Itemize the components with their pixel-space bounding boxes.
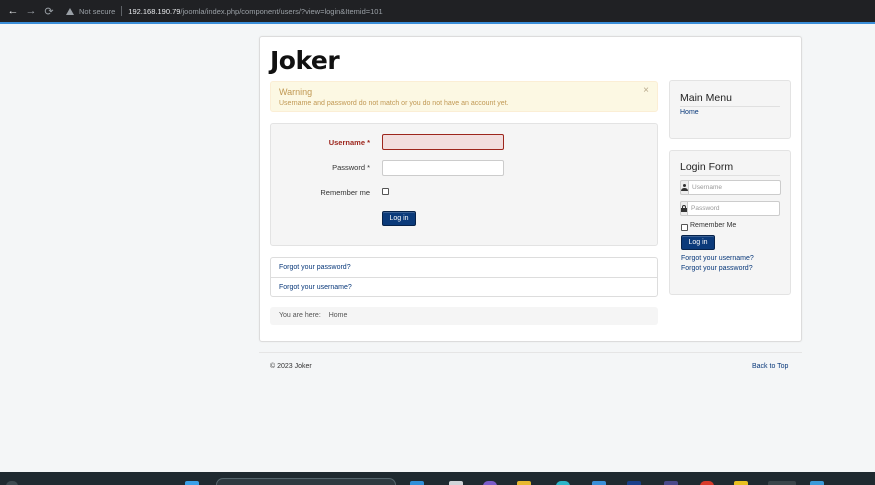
close-icon[interactable]: × (643, 85, 649, 96)
toolbar-accent-line (0, 22, 875, 24)
footer-divider (259, 352, 802, 353)
app-icon[interactable] (734, 481, 748, 485)
alert-heading: Warning (279, 87, 313, 97)
url-host: 192.168.190.79 (128, 6, 181, 16)
app-icon[interactable] (483, 481, 497, 485)
back-arrow-icon[interactable]: ← (4, 5, 22, 17)
user-icon (680, 180, 688, 195)
back-to-top-link[interactable]: Back to Top (752, 363, 788, 370)
app-icon[interactable] (410, 481, 424, 485)
app-icon[interactable] (700, 481, 714, 485)
login-form-module: Login Form Remember Me Log in Forgot you… (669, 150, 791, 295)
app-icon[interactable] (449, 481, 463, 485)
username-label: Username * (328, 138, 370, 147)
forgot-password-link[interactable]: Forgot your password? (271, 258, 657, 277)
remember-me-checkbox[interactable] (382, 188, 389, 195)
login-button[interactable]: Log in (382, 211, 416, 226)
breadcrumb: You are here: Home (270, 307, 658, 325)
footer-copyright: © 2023 Joker (270, 363, 312, 370)
module-username-group (680, 180, 781, 195)
module-password-input[interactable] (687, 201, 780, 216)
app-icon[interactable] (768, 481, 796, 485)
app-icon[interactable] (556, 481, 570, 485)
folder-icon[interactable] (517, 481, 531, 485)
address-divider (121, 6, 123, 16)
remember-me-label: Remember me (320, 188, 370, 197)
module-username-input[interactable] (688, 180, 781, 195)
warning-triangle-icon (66, 7, 74, 15)
username-input[interactable] (382, 134, 504, 150)
module-remember-label: Remember Me (690, 222, 737, 229)
login-form-title: Login Form (680, 161, 734, 173)
page-container: Joker Warning Username and password do n… (259, 36, 802, 342)
menu-item-home[interactable]: Home (680, 109, 699, 116)
taskbar-search-box[interactable] (216, 478, 396, 485)
module-divider (680, 175, 780, 176)
account-links-list: Forgot your password? Forgot your userna… (270, 257, 658, 297)
browser-toolbar: ← → ⟳ Not secure 192.168.190.79/joomla/i… (0, 0, 875, 22)
module-divider (680, 106, 780, 107)
module-password-group (680, 201, 780, 216)
module-forgot-password-link[interactable]: Forgot your password? (681, 265, 753, 272)
app-icon[interactable] (627, 481, 641, 485)
module-login-button[interactable]: Log in (681, 235, 715, 250)
main-menu-title: Main Menu (680, 92, 732, 104)
forward-arrow-icon[interactable]: → (22, 5, 40, 17)
url-path: /joomla/index.php/component/users/?view=… (180, 6, 383, 16)
search-icon[interactable] (6, 481, 18, 485)
login-form: Username * Password * Remember me Log in (270, 123, 658, 246)
address-bar[interactable]: Not secure 192.168.190.79/joomla/index.p… (66, 6, 383, 16)
password-input[interactable] (382, 160, 504, 176)
module-remember-checkbox[interactable] (681, 224, 688, 231)
site-title[interactable]: Joker (270, 46, 340, 75)
module-forgot-username-link[interactable]: Forgot your username? (681, 255, 754, 262)
start-icon[interactable] (185, 481, 199, 485)
alert-message: Username and password do not match or yo… (279, 100, 509, 107)
security-label: Not secure (79, 6, 116, 16)
app-icon[interactable] (664, 481, 678, 485)
warning-alert: Warning Username and password do not mat… (270, 81, 658, 112)
breadcrumb-prefix: You are here: (279, 312, 321, 319)
breadcrumb-home: Home (328, 312, 348, 319)
os-taskbar (0, 472, 875, 485)
main-menu-module: Main Menu Home (669, 80, 791, 139)
password-label: Password * (332, 163, 370, 172)
app-icon[interactable] (592, 481, 606, 485)
forgot-username-link[interactable]: Forgot your username? (271, 277, 657, 296)
reload-icon[interactable]: ⟳ (40, 5, 58, 18)
app-icon[interactable] (810, 481, 824, 485)
lock-icon (680, 201, 687, 216)
